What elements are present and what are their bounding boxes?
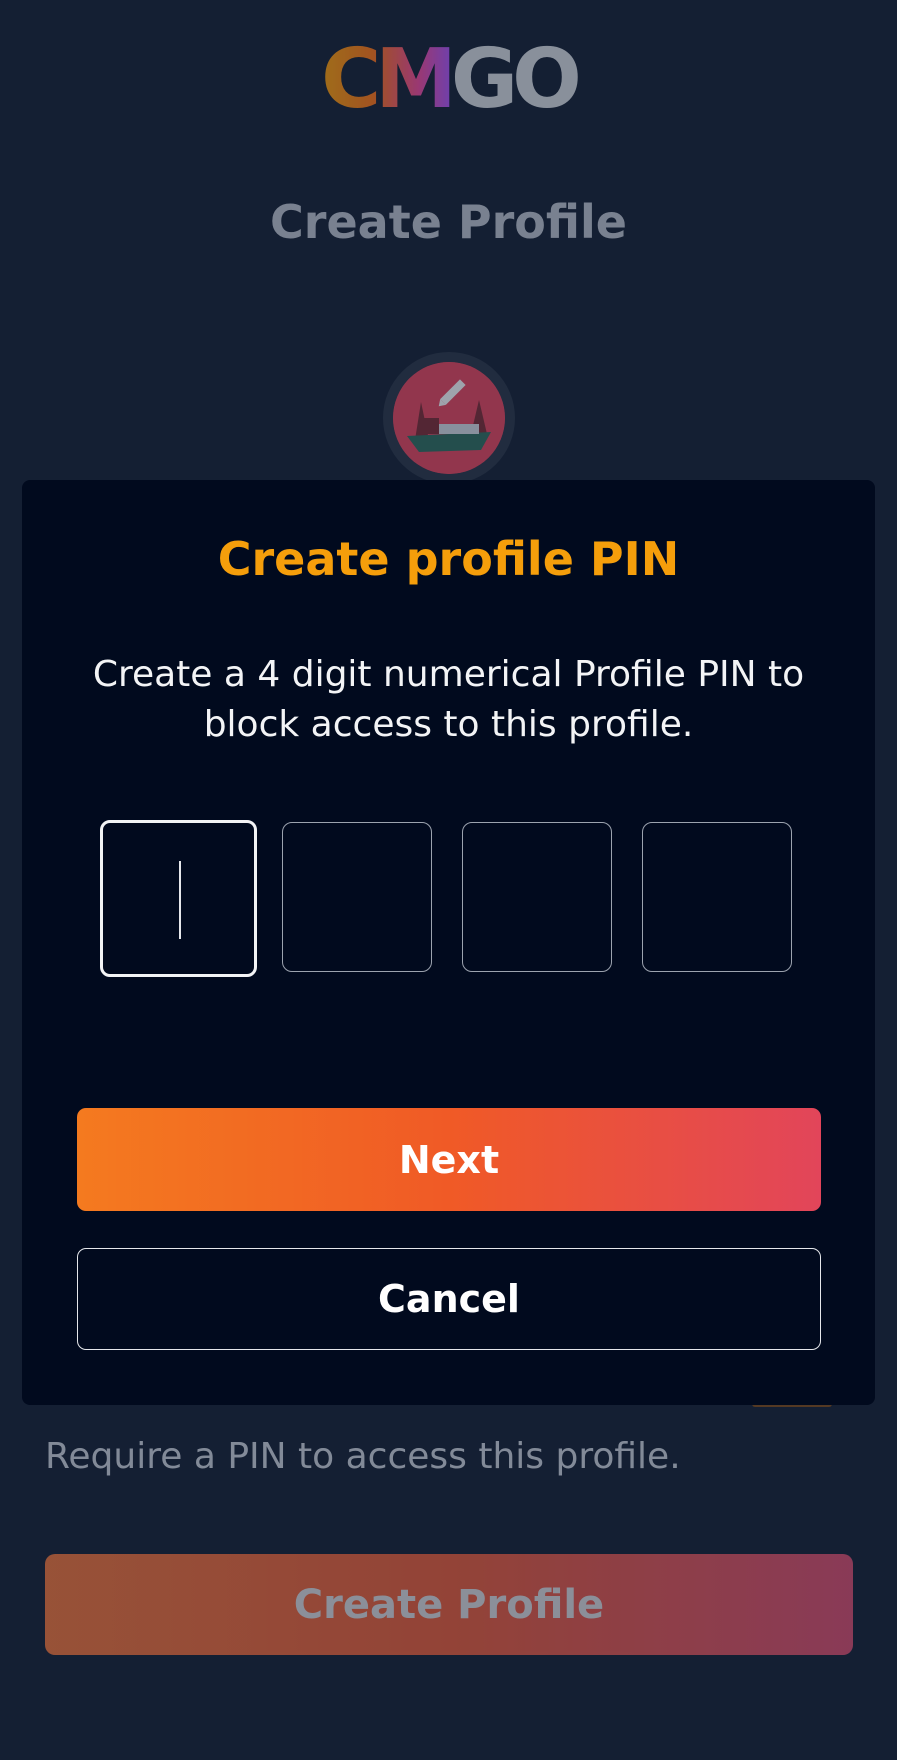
boat-illustration-icon [393, 362, 505, 474]
create-profile-screen: CMGO Create Profile Require a PIN to acc… [0, 0, 897, 1760]
create-profile-button[interactable]: Create Profile [45, 1554, 853, 1655]
cancel-button[interactable]: Cancel [77, 1248, 821, 1350]
text-caret [179, 861, 181, 939]
logo-part-cm: CM [321, 32, 457, 127]
cmgo-logo: CMGO [0, 39, 897, 121]
next-button[interactable]: Next [77, 1108, 821, 1211]
boat-avatar-icon [393, 362, 505, 474]
create-pin-dialog: Create profile PIN Create a 4 digit nume… [22, 480, 875, 1405]
dialog-description: Create a 4 digit numerical Profile PIN t… [92, 654, 805, 745]
pin-digit-4[interactable] [642, 822, 792, 972]
pin-helper-text: Require a PIN to access this profile. [45, 1436, 681, 1477]
pin-digit-3[interactable] [462, 822, 612, 972]
logo-part-go: GO [450, 32, 582, 127]
dialog-title: Create profile PIN [217, 532, 680, 586]
pin-input-group [100, 820, 820, 980]
pin-digit-2[interactable] [282, 822, 432, 972]
page-title: Create Profile [270, 195, 627, 249]
avatar-picker[interactable] [383, 352, 515, 484]
pin-digit-1[interactable] [100, 820, 257, 977]
